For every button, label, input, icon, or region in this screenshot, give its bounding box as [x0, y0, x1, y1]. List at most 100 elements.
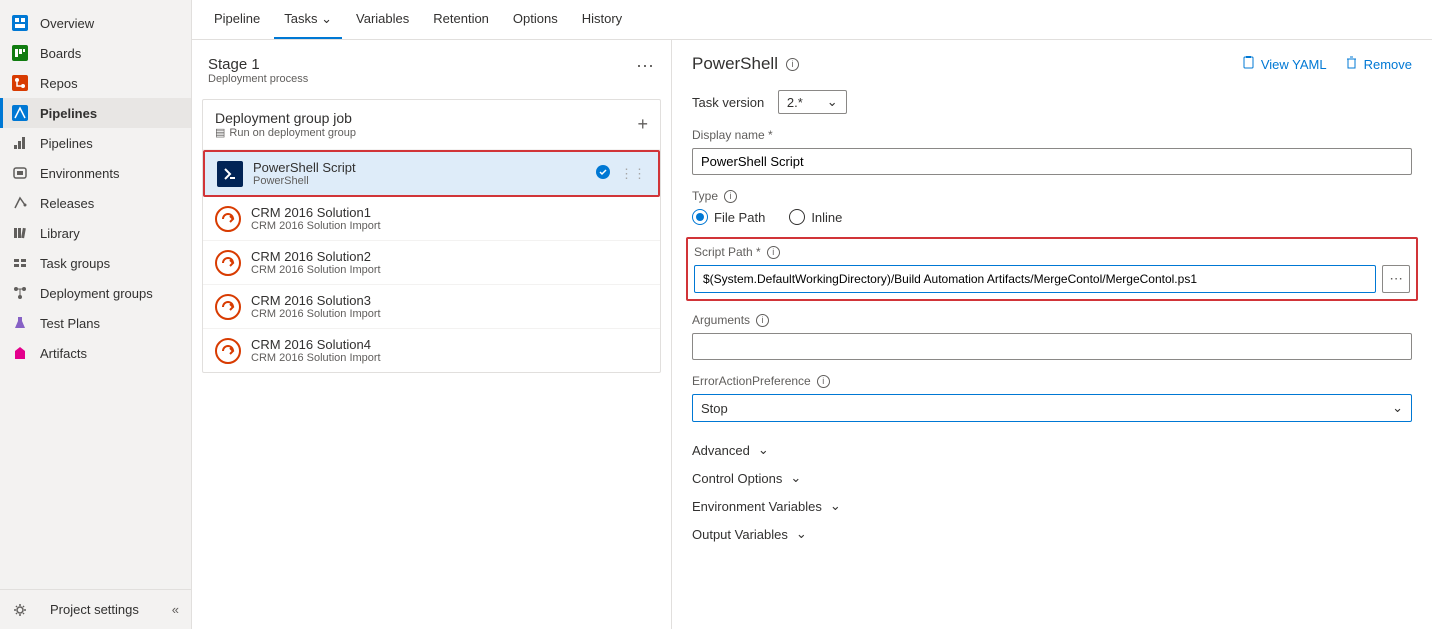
- erroraction-select[interactable]: Stop ⌄: [692, 394, 1412, 422]
- deploymentgroups-icon: [12, 285, 28, 301]
- stage-more-button[interactable]: ⋯: [636, 56, 655, 77]
- sidebar-item-label: Overview: [40, 16, 94, 31]
- radio-icon: [789, 209, 805, 225]
- pipelines-sub-icon: [12, 135, 28, 151]
- content: Stage 1 Deployment process ⋯ Deployment …: [192, 40, 1432, 629]
- task-row-crm1[interactable]: CRM 2016 Solution1 CRM 2016 Solution Imp…: [203, 197, 660, 241]
- task-sub: CRM 2016 Solution Import: [251, 308, 648, 320]
- sidebar-item-testplans[interactable]: Test Plans: [0, 308, 191, 338]
- script-path-label: Script Path * i: [694, 245, 1410, 259]
- task-sub: CRM 2016 Solution Import: [251, 352, 648, 364]
- sidebar-item-taskgroups[interactable]: Task groups: [0, 248, 191, 278]
- tab-pipeline[interactable]: Pipeline: [204, 1, 270, 38]
- info-icon[interactable]: i: [767, 246, 780, 259]
- section-output-variables[interactable]: Output Variables⌄: [692, 520, 1412, 548]
- crm-icon: [215, 294, 241, 320]
- gear-icon: [12, 602, 28, 618]
- tab-options[interactable]: Options: [503, 1, 568, 38]
- info-icon[interactable]: i: [817, 375, 830, 388]
- task-sub: CRM 2016 Solution Import: [251, 220, 648, 232]
- sidebar-item-boards[interactable]: Boards: [0, 38, 191, 68]
- tab-tasks[interactable]: Tasks ⌄: [274, 1, 342, 39]
- sidebar-item-label: Artifacts: [40, 346, 87, 361]
- type-label: Type i: [692, 189, 1412, 203]
- chevron-down-icon: ⌄: [758, 442, 769, 458]
- chevron-down-icon: ⌄: [827, 94, 838, 110]
- task-title: CRM 2016 Solution2: [251, 249, 648, 264]
- chevron-down-icon: ⌄: [321, 11, 332, 27]
- details-title: PowerShell: [692, 54, 778, 74]
- sidebar-item-deploymentgroups[interactable]: Deployment groups: [0, 278, 191, 308]
- sidebar-item-label: Pipelines: [40, 106, 97, 121]
- chevron-down-icon: ⌄: [830, 498, 841, 514]
- browse-button[interactable]: ⋯: [1382, 265, 1410, 293]
- stage-subtitle: Deployment process: [208, 73, 308, 85]
- sidebar-item-label: Boards: [40, 46, 81, 61]
- taskgroups-icon: [12, 255, 28, 271]
- info-icon[interactable]: i: [724, 190, 737, 203]
- section-environment-variables[interactable]: Environment Variables⌄: [692, 492, 1412, 520]
- releases-icon: [12, 195, 28, 211]
- crm-icon: [215, 250, 241, 276]
- task-row-crm2[interactable]: CRM 2016 Solution2 CRM 2016 Solution Imp…: [203, 241, 660, 285]
- sidebar-item-label: Deployment groups: [40, 286, 153, 301]
- task-row-crm4[interactable]: CRM 2016 Solution4 CRM 2016 Solution Imp…: [203, 329, 660, 372]
- job-card: Deployment group job ▤ Run on deployment…: [202, 99, 661, 373]
- stage-column: Stage 1 Deployment process ⋯ Deployment …: [192, 40, 672, 629]
- sidebar-item-label: Pipelines: [40, 136, 93, 151]
- info-icon[interactable]: i: [756, 314, 769, 327]
- sidebar-item-pipelines-sub[interactable]: Pipelines: [0, 128, 191, 158]
- task-title: CRM 2016 Solution3: [251, 293, 648, 308]
- tab-history[interactable]: History: [572, 1, 632, 38]
- sidebar-item-repos[interactable]: Repos: [0, 68, 191, 98]
- arguments-input[interactable]: [692, 333, 1412, 360]
- sidebar-item-label: Test Plans: [40, 316, 100, 331]
- sidebar-item-pipelines[interactable]: Pipelines: [0, 98, 191, 128]
- radio-icon: [692, 209, 708, 225]
- task-version-label: Task version: [692, 95, 764, 110]
- sidebar-item-label: Repos: [40, 76, 78, 91]
- tabs-bar: Pipeline Tasks ⌄ Variables Retention Opt…: [192, 0, 1432, 40]
- task-version-select[interactable]: 2.* ⌄: [778, 90, 847, 114]
- tab-variables[interactable]: Variables: [346, 1, 419, 38]
- sidebar-item-environments[interactable]: Environments: [0, 158, 191, 188]
- details-header: PowerShell i View YAML Remove: [692, 54, 1412, 74]
- repos-icon: [12, 75, 28, 91]
- library-icon: [12, 225, 28, 241]
- task-sub: PowerShell: [253, 175, 586, 187]
- sidebar-item-overview[interactable]: Overview: [0, 8, 191, 38]
- type-radio-inline[interactable]: Inline: [789, 209, 842, 225]
- script-path-input[interactable]: [694, 265, 1376, 293]
- tab-retention[interactable]: Retention: [423, 1, 499, 38]
- task-version-row: Task version 2.* ⌄: [692, 90, 1412, 114]
- view-yaml-button[interactable]: View YAML: [1242, 56, 1327, 72]
- task-row-powershell[interactable]: PowerShell Script PowerShell ⋮⋮: [203, 150, 660, 197]
- display-name-input[interactable]: [692, 148, 1412, 175]
- job-header[interactable]: Deployment group job ▤ Run on deployment…: [203, 100, 660, 150]
- project-settings-label: Project settings: [50, 602, 139, 617]
- collapse-icon[interactable]: «: [172, 602, 179, 617]
- remove-button[interactable]: Remove: [1345, 56, 1412, 72]
- section-control-options[interactable]: Control Options⌄: [692, 464, 1412, 492]
- job-title: Deployment group job: [215, 110, 356, 126]
- sidebar-item-releases[interactable]: Releases: [0, 188, 191, 218]
- sidebar-item-artifacts[interactable]: Artifacts: [0, 338, 191, 368]
- sidebar-item-label: Task groups: [40, 256, 110, 271]
- task-row-crm3[interactable]: CRM 2016 Solution3 CRM 2016 Solution Imp…: [203, 285, 660, 329]
- add-task-button[interactable]: +: [637, 114, 648, 135]
- sidebar: Overview Boards Repos Pipelines Pipeline…: [0, 0, 192, 629]
- sidebar-list: Overview Boards Repos Pipelines Pipeline…: [0, 0, 191, 589]
- stage-header: Stage 1 Deployment process ⋯: [202, 50, 661, 99]
- artifacts-icon: [12, 345, 28, 361]
- chevron-down-icon: ⌄: [796, 526, 807, 542]
- info-icon[interactable]: i: [786, 58, 799, 71]
- pipelines-icon: [12, 105, 28, 121]
- task-sub: CRM 2016 Solution Import: [251, 264, 648, 276]
- drag-handle-icon[interactable]: ⋮⋮: [620, 166, 646, 182]
- boards-icon: [12, 45, 28, 61]
- section-advanced[interactable]: Advanced⌄: [692, 436, 1412, 464]
- type-radio-filepath[interactable]: File Path: [692, 209, 765, 225]
- sidebar-item-library[interactable]: Library: [0, 218, 191, 248]
- clipboard-icon: [1242, 56, 1255, 72]
- project-settings[interactable]: Project settings «: [0, 589, 191, 629]
